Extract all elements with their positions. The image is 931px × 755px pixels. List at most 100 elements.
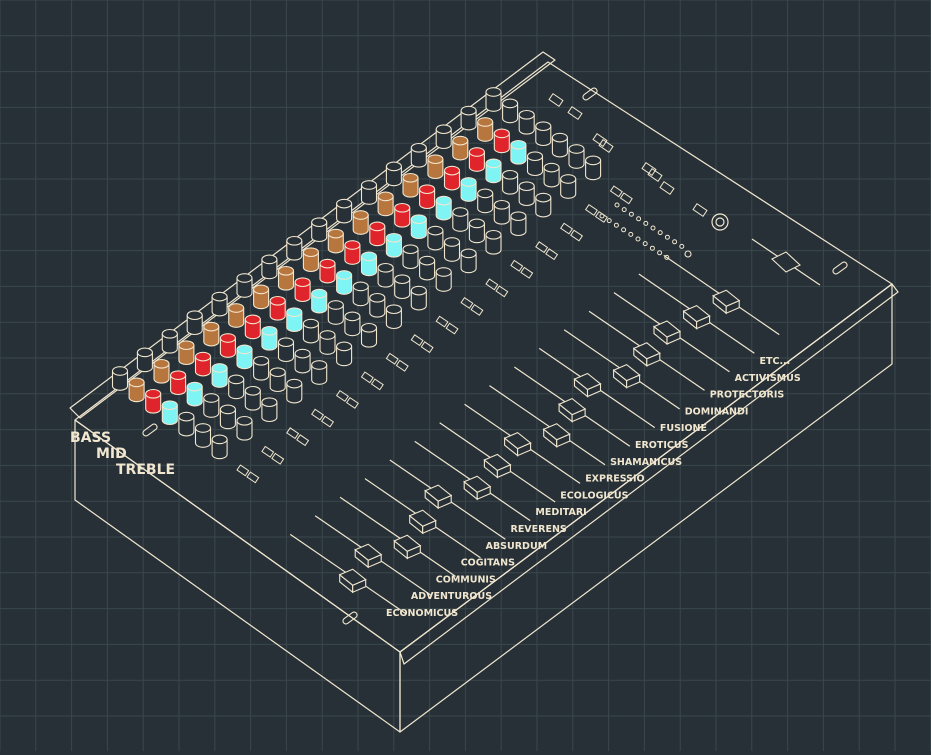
knob[interactable] <box>443 165 461 191</box>
knob[interactable] <box>145 388 162 414</box>
fader-cap[interactable] <box>503 431 532 457</box>
knob[interactable] <box>286 235 303 261</box>
knob[interactable] <box>344 240 361 265</box>
channel-button[interactable] <box>435 315 449 328</box>
knob[interactable] <box>493 128 510 154</box>
knob[interactable] <box>410 214 427 240</box>
master-button[interactable] <box>659 181 675 195</box>
knob[interactable] <box>244 314 261 340</box>
knob[interactable] <box>493 199 510 225</box>
channel-button[interactable] <box>296 434 310 447</box>
knob[interactable] <box>510 211 527 237</box>
knob[interactable] <box>336 270 353 295</box>
knob[interactable] <box>518 181 535 207</box>
master-button[interactable] <box>598 139 614 153</box>
channel-button[interactable] <box>460 296 474 309</box>
channel-button[interactable] <box>385 352 399 365</box>
knob[interactable] <box>194 351 212 377</box>
knob[interactable] <box>585 155 602 181</box>
fader-cap[interactable] <box>393 534 422 560</box>
knob[interactable] <box>410 285 427 311</box>
channel-button[interactable] <box>236 464 250 477</box>
knob[interactable] <box>460 177 477 202</box>
channel-button[interactable] <box>495 285 509 298</box>
knob[interactable] <box>211 363 228 388</box>
fader-cap[interactable] <box>712 289 741 315</box>
channel-button[interactable] <box>360 371 374 384</box>
knob[interactable] <box>236 273 253 298</box>
channel-button[interactable] <box>410 334 424 347</box>
fader-cap[interactable] <box>483 453 512 479</box>
master-button[interactable] <box>567 106 583 120</box>
channel-button[interactable] <box>609 185 623 198</box>
knob[interactable] <box>261 325 278 351</box>
knob[interactable] <box>294 277 311 303</box>
knob[interactable] <box>286 378 303 404</box>
knob[interactable] <box>543 162 560 188</box>
knob[interactable] <box>219 333 236 358</box>
knob[interactable] <box>228 303 245 328</box>
knob[interactable] <box>402 172 419 198</box>
knob[interactable] <box>269 367 286 393</box>
fader-cap[interactable] <box>652 320 682 346</box>
knob[interactable] <box>111 366 129 391</box>
knob[interactable] <box>161 328 178 354</box>
knob[interactable] <box>468 147 485 172</box>
channel-button[interactable] <box>420 341 434 354</box>
knob[interactable] <box>477 188 494 214</box>
knob[interactable] <box>560 174 577 199</box>
knob[interactable] <box>394 202 411 228</box>
knob[interactable] <box>419 184 436 210</box>
knob[interactable] <box>194 423 212 448</box>
knob[interactable] <box>153 358 170 384</box>
knob[interactable] <box>211 434 228 460</box>
channel-button[interactable] <box>560 222 574 235</box>
knob[interactable] <box>286 307 303 333</box>
channel-button[interactable] <box>584 203 598 216</box>
knob[interactable] <box>443 237 461 262</box>
fader-cap[interactable] <box>542 423 571 448</box>
knob[interactable] <box>460 248 477 274</box>
channel-button[interactable] <box>246 471 260 484</box>
knob[interactable] <box>261 254 278 280</box>
knob[interactable] <box>369 292 386 318</box>
knob[interactable] <box>136 347 153 373</box>
knob[interactable] <box>203 393 220 418</box>
knob[interactable] <box>510 139 527 165</box>
knob[interactable] <box>327 300 344 325</box>
knob[interactable] <box>186 381 203 407</box>
knob[interactable] <box>336 198 353 224</box>
knob[interactable] <box>477 117 494 142</box>
knob[interactable] <box>236 415 253 441</box>
knob[interactable] <box>186 310 203 336</box>
knob[interactable] <box>211 291 228 317</box>
knob[interactable] <box>452 135 469 161</box>
knob[interactable] <box>385 304 402 330</box>
channel-button[interactable] <box>395 359 409 372</box>
knob[interactable] <box>302 247 319 273</box>
knob[interactable] <box>294 348 311 374</box>
knob[interactable] <box>568 144 585 169</box>
knob[interactable] <box>261 397 278 423</box>
knob[interactable] <box>277 265 295 291</box>
channel-button[interactable] <box>321 415 335 428</box>
knob[interactable] <box>236 344 253 370</box>
knob[interactable] <box>360 251 378 277</box>
knob[interactable] <box>551 132 568 158</box>
knob[interactable] <box>402 244 419 270</box>
knob[interactable] <box>435 267 452 292</box>
knob[interactable] <box>128 377 145 403</box>
knob[interactable] <box>170 370 187 396</box>
channel-button[interactable] <box>445 322 459 335</box>
knob[interactable] <box>502 98 519 124</box>
knob[interactable] <box>460 105 477 131</box>
knob[interactable] <box>452 207 469 232</box>
fader-cap[interactable] <box>558 397 587 423</box>
knob[interactable] <box>535 121 552 147</box>
knob[interactable] <box>344 311 361 337</box>
knob[interactable] <box>161 400 178 426</box>
knob[interactable] <box>352 281 369 307</box>
knob[interactable] <box>336 341 353 367</box>
knob[interactable] <box>269 295 286 321</box>
knob[interactable] <box>219 404 236 430</box>
